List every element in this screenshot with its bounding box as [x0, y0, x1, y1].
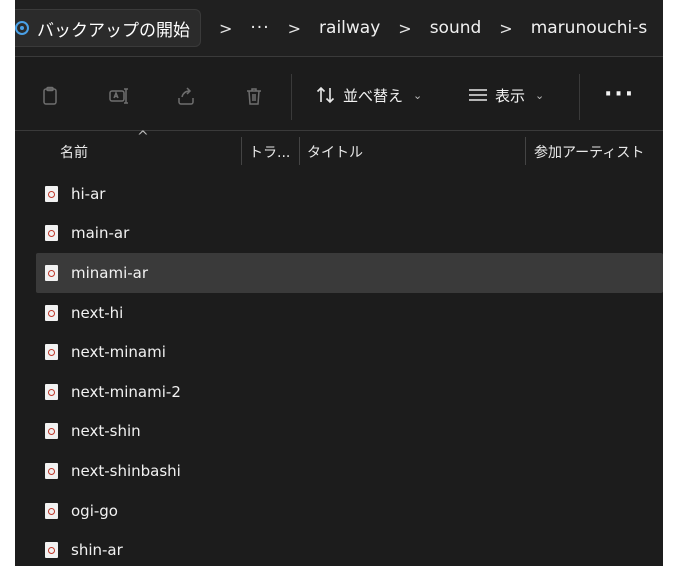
command-bar: 並べ替え ⌄ 表示 ⌄ ··· — [15, 62, 663, 130]
file-row-next-hi[interactable]: next-hi — [15, 293, 663, 333]
toolbar-divider — [579, 74, 580, 120]
breadcrumb-separator-icon: > — [287, 18, 302, 38]
file-row-minami-ar[interactable]: minami-ar — [36, 253, 663, 293]
column-resize-handle[interactable] — [299, 137, 300, 165]
divider — [15, 56, 663, 57]
audio-file-icon — [45, 502, 58, 519]
toolbar-divider — [291, 74, 292, 120]
chevron-down-icon: ⌄ — [535, 88, 545, 102]
column-resize-handle[interactable] — [525, 137, 526, 165]
file-name: minami-ar — [71, 263, 149, 282]
file-row-hi-ar[interactable]: hi-ar — [15, 174, 663, 214]
address-bar[interactable]: バックアップの開始 > ··· > railway > sound > maru… — [15, 0, 663, 56]
audio-file-icon — [45, 225, 58, 242]
breadcrumb-separator-icon: > — [499, 18, 513, 38]
file-row-next-shin[interactable]: next-shin — [15, 412, 663, 452]
file-name: main-ar — [71, 224, 130, 243]
file-name: shin-ar — [71, 541, 123, 560]
file-name: next-shin — [71, 422, 141, 441]
file-row-next-minami-2[interactable]: next-minami-2 — [15, 372, 663, 412]
file-explorer-window: バックアップの開始 > ··· > railway > sound > maru… — [15, 0, 663, 566]
column-header-track[interactable]: トラ... — [249, 142, 290, 162]
share-icon[interactable] — [175, 85, 197, 107]
file-name: next-minami-2 — [71, 382, 181, 401]
file-row-ogi-go[interactable]: ogi-go — [15, 491, 663, 531]
breadcrumb-separator-icon: > — [219, 18, 233, 38]
file-name: next-hi — [71, 303, 124, 322]
file-row-shin-ar[interactable]: shin-ar — [15, 530, 663, 566]
audio-file-icon — [45, 264, 58, 281]
breadcrumb-separator-icon: > — [398, 18, 412, 38]
sort-button[interactable]: 並べ替え ⌄ — [315, 84, 422, 106]
column-header-name[interactable]: 名前 — [60, 142, 88, 162]
chevron-down-icon: ⌄ — [413, 88, 423, 102]
audio-file-icon — [45, 423, 58, 440]
breadcrumb-marunouchi-s[interactable]: marunouchi-s — [531, 18, 648, 38]
column-headers: ^ 名前 トラ... タイトル 参加アーティスト — [15, 129, 663, 171]
breadcrumb-sound[interactable]: sound — [430, 18, 482, 38]
breadcrumb-backup-label: バックアップの開始 — [37, 20, 190, 41]
file-list: hi-ar main-ar minami-ar next-hi next-min… — [15, 174, 663, 566]
breadcrumb-overflow-button[interactable]: ··· — [250, 18, 269, 38]
file-name: ogi-go — [71, 501, 118, 520]
sort-ascending-icon: ^ — [137, 129, 149, 145]
delete-icon[interactable] — [243, 85, 265, 107]
audio-file-icon — [45, 344, 58, 361]
view-button[interactable]: 表示 ⌄ — [467, 84, 544, 106]
audio-file-icon — [45, 383, 58, 400]
column-header-title[interactable]: タイトル — [307, 142, 363, 162]
view-list-icon — [469, 89, 487, 101]
file-name: hi-ar — [71, 184, 106, 203]
sort-button-label: 並べ替え — [343, 86, 404, 105]
sort-icon — [316, 86, 335, 104]
onedrive-icon — [15, 21, 29, 35]
breadcrumb-backup[interactable]: バックアップの開始 — [15, 9, 201, 47]
file-row-next-minami[interactable]: next-minami — [15, 332, 663, 372]
column-resize-handle[interactable] — [241, 137, 242, 165]
audio-file-icon — [45, 542, 58, 559]
audio-file-icon — [45, 185, 58, 202]
column-header-artist[interactable]: 参加アーティスト — [534, 142, 644, 162]
file-name: next-shinbashi — [71, 461, 181, 480]
rename-icon[interactable] — [107, 85, 129, 107]
breadcrumb-railway[interactable]: railway — [319, 18, 380, 38]
audio-file-icon — [45, 304, 58, 321]
paste-icon[interactable] — [39, 85, 61, 107]
file-row-main-ar[interactable]: main-ar — [15, 214, 663, 254]
file-row-next-shinbashi[interactable]: next-shinbashi — [15, 451, 663, 491]
file-name: next-minami — [71, 343, 166, 362]
audio-file-icon — [45, 462, 58, 479]
more-options-button[interactable]: ··· — [604, 82, 635, 107]
view-button-label: 表示 — [495, 86, 526, 105]
